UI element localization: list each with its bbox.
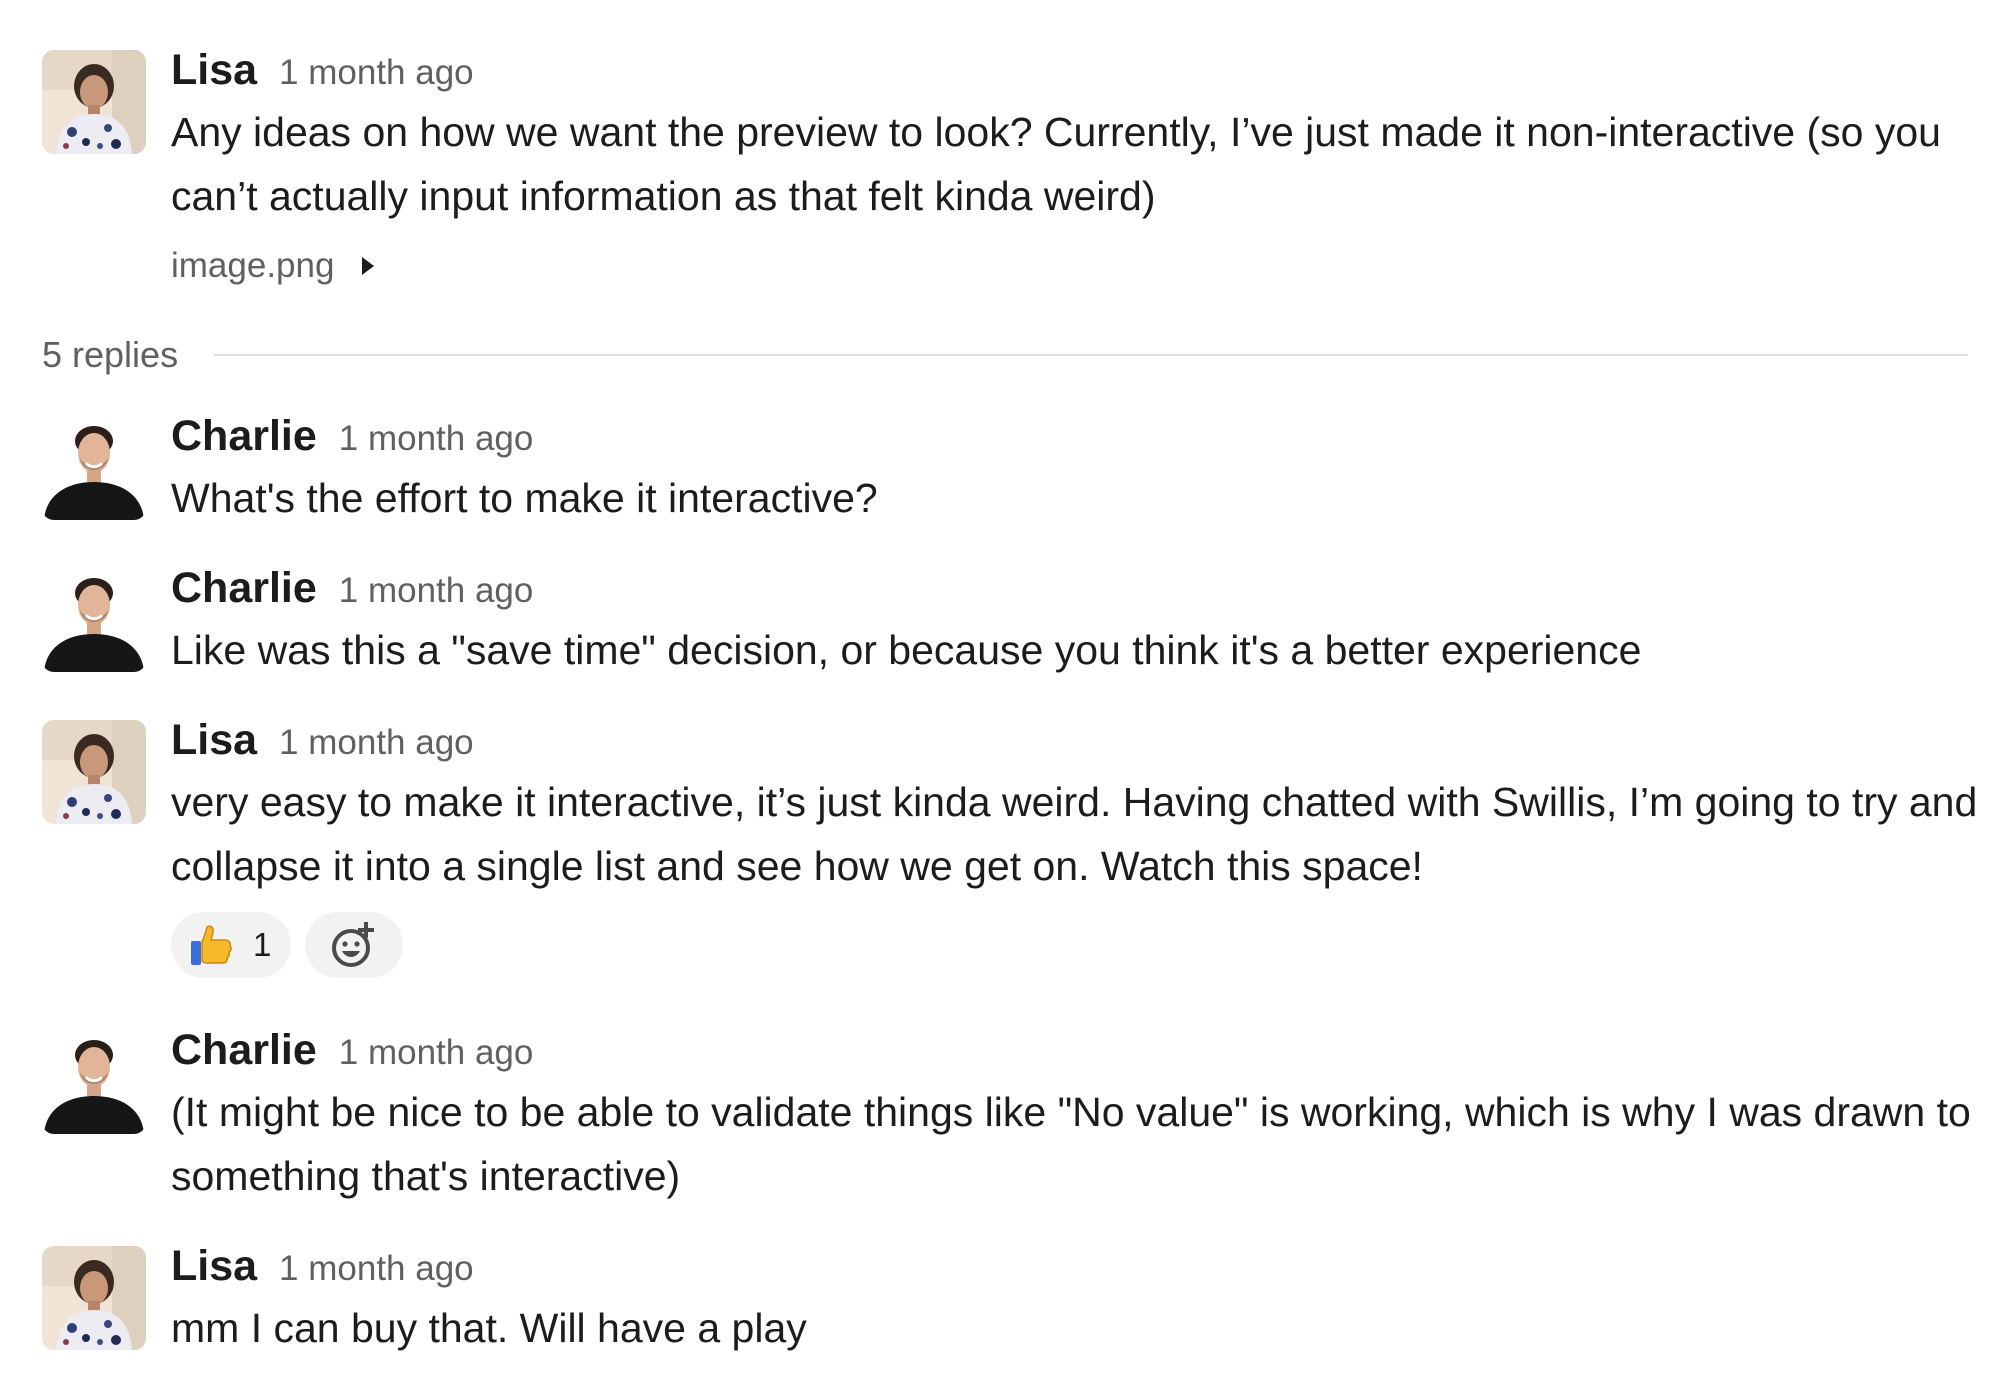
message-header: Charlie 1 month ago [171, 560, 1972, 616]
author-name[interactable]: Charlie [171, 1022, 317, 1078]
attachment-toggle[interactable]: image.png [171, 240, 1972, 292]
replies-count: 5 replies [42, 334, 179, 375]
reaction-count: 1 [253, 926, 272, 963]
replies-divider: 5 replies [42, 330, 1972, 380]
reactions-bar: 1 [171, 912, 1972, 978]
author-name[interactable]: Lisa [171, 1238, 257, 1294]
message-content: Charlie 1 month ago Like was this a "sav… [171, 560, 1972, 682]
message-header: Lisa 1 month ago [171, 42, 1972, 98]
author-name[interactable]: Charlie [171, 408, 317, 464]
avatar[interactable] [42, 720, 146, 824]
avatar[interactable] [42, 568, 146, 672]
message-content: Lisa 1 month ago very easy to make it in… [171, 712, 1977, 978]
add-emoji-icon [332, 922, 375, 967]
author-name[interactable]: Charlie [171, 560, 317, 616]
charlie-avatar-image [42, 1030, 146, 1134]
charlie-avatar-image [42, 568, 146, 672]
message-header: Lisa 1 month ago [171, 712, 1972, 768]
timestamp[interactable]: 1 month ago [339, 563, 534, 619]
message-text: Like was this a "save time" decision, or… [171, 627, 1642, 673]
message-text: Any ideas on how we want the preview to … [171, 109, 1941, 219]
message-header: Charlie 1 month ago [171, 408, 1972, 464]
message-content: Charlie 1 month ago What's the effort to… [171, 408, 1972, 530]
thumbs-up-icon [191, 925, 232, 965]
message-content: Lisa 1 month ago mm I can buy that. Will… [171, 1238, 1972, 1360]
reaction-thumbs-up[interactable]: 1 [171, 912, 292, 978]
timestamp[interactable]: 1 month ago [279, 715, 474, 771]
message-text: mm I can buy that. Will have a play [171, 1305, 807, 1351]
avatar[interactable] [42, 1246, 146, 1350]
timestamp[interactable]: 1 month ago [339, 411, 534, 467]
caret-right-icon[interactable] [362, 257, 375, 275]
lisa-avatar-image [42, 720, 146, 824]
lisa-avatar-image [42, 1246, 146, 1350]
lisa-avatar-image [42, 50, 146, 154]
author-name[interactable]: Lisa [171, 42, 257, 98]
thread-view: Lisa 1 month ago Any ideas on how we wan… [0, 0, 2000, 1384]
avatar[interactable] [42, 50, 146, 154]
author-name[interactable]: Lisa [171, 712, 257, 768]
avatar[interactable] [42, 1030, 146, 1134]
attachment-name[interactable]: image.png [171, 246, 334, 286]
message-text: very easy to make it interactive, it’s j… [171, 779, 1978, 889]
charlie-avatar-image [42, 416, 146, 520]
add-reaction-button[interactable] [305, 912, 404, 978]
timestamp[interactable]: 1 month ago [339, 1025, 534, 1081]
divider-line [214, 354, 1968, 356]
message-content: Charlie 1 month ago (It might be nice to… [171, 1022, 1972, 1208]
message-header: Lisa 1 month ago [171, 1238, 1972, 1294]
message-header: Charlie 1 month ago [171, 1022, 1972, 1078]
message-text: (It might be nice to be able to validate… [171, 1089, 1971, 1199]
message-text: What's the effort to make it interactive… [171, 475, 878, 521]
avatar[interactable] [42, 416, 146, 520]
message-content: Lisa 1 month ago Any ideas on how we wan… [171, 42, 1972, 292]
timestamp[interactable]: 1 month ago [279, 45, 474, 101]
timestamp[interactable]: 1 month ago [279, 1241, 474, 1297]
